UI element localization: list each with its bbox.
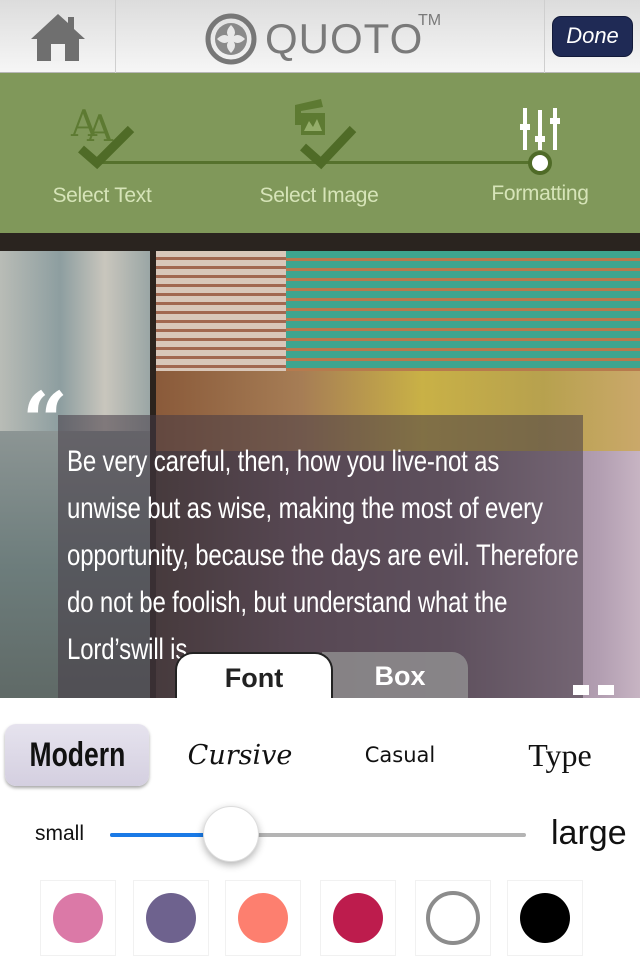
color-dot [333,893,383,943]
done-button[interactable]: Done [552,16,633,57]
step-formatting[interactable]: Formatting [440,73,640,233]
current-step-indicator [528,151,552,175]
size-slider[interactable] [110,833,526,837]
size-slider-thumb[interactable] [202,806,259,862]
font-option-type[interactable]: Type [500,724,620,786]
step-label: Formatting [491,182,589,205]
color-dot [238,893,288,943]
color-swatch-crimson[interactable] [320,880,396,956]
color-dot [426,891,480,945]
quote-text: Be very careful, then, how you live-not … [67,445,579,666]
font-option-casual[interactable]: Casual [340,724,460,786]
quote-mark: “ [22,374,69,468]
formatting-panel: Modern Cursive Casual Type small large [0,698,640,960]
font-option-cursive[interactable]: Cursive [170,724,310,786]
tab-font[interactable]: Font [175,652,333,698]
color-swatch-white[interactable] [415,880,491,956]
tab-box[interactable]: Box [322,652,468,698]
progress-steps: A A Select Text Select Image Formatting [0,73,640,233]
step-select-text[interactable]: A A Select Text [2,73,202,233]
step-label: Select Image [259,184,379,207]
size-min-label: small [35,822,85,845]
home-button[interactable] [0,0,116,73]
sliders-icon [520,108,560,150]
color-dot [53,893,103,943]
font-option-label: Casual [364,743,436,767]
step-select-image[interactable]: Select Image [219,73,419,233]
brand-logo: QUOTO TM [205,12,441,65]
font-option-label: Type [528,736,592,773]
done-area: Done [544,0,640,73]
wood-plank [0,233,640,251]
text-check-icon: A A [70,104,135,170]
color-dot [520,893,570,943]
resize-handle[interactable] [598,685,614,695]
wood-plank [156,251,286,371]
font-option-label: Modern [29,735,125,774]
color-swatch-black[interactable] [507,880,583,956]
size-max-label: large [551,814,627,852]
color-dot [146,893,196,943]
font-option-label: Cursive [187,739,293,771]
image-check-icon [295,99,357,170]
quote-preview[interactable]: “ Be very careful, then, how you live-no… [0,233,640,698]
resize-handle[interactable] [573,685,589,695]
color-swatch-pink[interactable] [40,880,116,956]
quoto-logo-icon [205,13,257,65]
color-swatch-salmon[interactable] [225,880,301,956]
navigation-bar: QUOTO TM Done [0,0,640,73]
step-label: Select Text [52,184,152,207]
trademark: TM [418,12,442,29]
wood-plank [286,251,640,371]
font-option-modern[interactable]: Modern [5,724,149,786]
brand-name: QUOTO [265,15,424,62]
color-swatch-purple[interactable] [133,880,209,956]
home-icon [30,13,85,61]
